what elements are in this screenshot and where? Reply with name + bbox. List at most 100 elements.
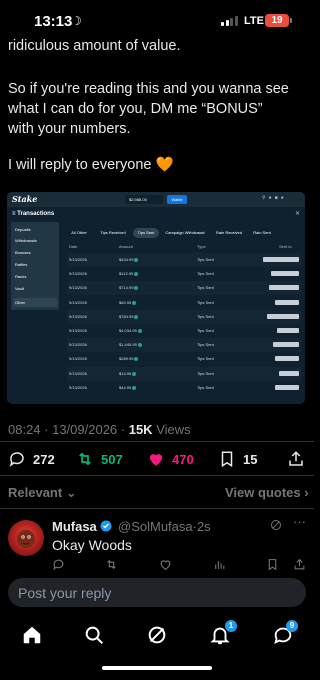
reply-author-handle[interactable]: @SolMufasa·2s [118, 519, 211, 534]
orange-heart-emoji: 🧡 [155, 157, 174, 173]
reply-icon [9, 452, 24, 467]
table-row: 9/13/2026 $14.95 Tips Sent [67, 366, 301, 381]
row-type: Tips Sent [197, 328, 214, 333]
search-icon[interactable] [83, 624, 105, 646]
row-date: 9/13/2026 [69, 299, 87, 305]
row-type: Tips Sent [197, 257, 214, 262]
redacted-username [277, 328, 299, 333]
tether-coin-icon [137, 343, 142, 348]
sidebar-item-races: Races [15, 274, 27, 279]
tab-tips-received: Tips Received [100, 230, 126, 235]
wallet-button: Wallet [167, 195, 187, 204]
like-count: 470 [172, 451, 194, 467]
grok-icon[interactable] [146, 624, 168, 646]
tweet-text: I will reply to everyone [8, 157, 152, 173]
heart-icon [150, 454, 162, 466]
redacted-username [275, 384, 299, 390]
row-date: 9/13/2026 [69, 271, 87, 277]
tweet-text-line: ridiculous amount of value. [8, 38, 181, 54]
reply-button[interactable]: 272 [8, 450, 55, 468]
lion-avatar-icon [17, 530, 35, 548]
balance-display: $2,985.00 [125, 195, 163, 204]
do-not-disturb-icon: ☽ [71, 14, 82, 28]
row-type: Tips Sent [197, 271, 214, 277]
share-icon[interactable] [293, 558, 306, 571]
table-row: 9/13/2026 $424.99 Tips Sent [67, 253, 301, 267]
row-amount: $289.95 [119, 356, 139, 361]
stake-logo: Stake [12, 194, 38, 204]
redacted-username [267, 313, 299, 319]
row-amount: $1,445.95 [119, 342, 142, 347]
row-type: Tips Sent [197, 370, 214, 376]
views-icon[interactable] [213, 558, 226, 571]
like-button[interactable]: 470 [147, 450, 194, 468]
tab-rain-sent: Rain Sent [253, 230, 271, 235]
status-time: 13:13 [34, 13, 73, 30]
row-amount: $714.99 [119, 285, 139, 291]
table-row: 9/13/2026 $289.95 Tips Sent [67, 352, 301, 366]
redacted-username [271, 271, 299, 277]
tweet-media-image[interactable]: Stake $2,985.00 Wallet ⚲●■● ≡ Transactio… [7, 192, 305, 404]
redacted-username [279, 370, 299, 376]
signal-icon [221, 16, 238, 26]
table-row: 9/13/2026 $714.99 Tips Sent [67, 281, 301, 296]
tab-all-other: All Other [71, 230, 87, 235]
close-icon: ✕ [295, 211, 301, 217]
heart-icon[interactable] [159, 558, 172, 571]
tweet-meta: 08:24 · 13/09/2026 · 15K Views [8, 422, 191, 437]
messages-badge: 9 [286, 620, 298, 632]
sidebar-item-deposits: Deposits [15, 227, 31, 232]
grok-icon[interactable] [270, 519, 282, 531]
row-type: Tips Sent [197, 299, 214, 305]
row-amount: $14.95 [119, 371, 137, 376]
more-options-icon[interactable]: ··· [293, 514, 306, 529]
stake-header: Stake $2,985.00 Wallet ⚲●■● [7, 192, 305, 207]
bottom-nav: 1 9 [0, 614, 314, 680]
row-date: 9/13/2026 [69, 313, 87, 319]
sidebar-item-bonuses: Bonuses [15, 250, 31, 255]
repost-icon[interactable] [105, 558, 118, 571]
reply-author-name[interactable]: Mufasa [52, 519, 112, 534]
view-quotes-link[interactable]: View quotes › [225, 485, 309, 500]
transactions-title: ≡ Transactions [12, 211, 55, 217]
table-row: 9/13/2026 $44.95 Tips Sent [67, 381, 301, 395]
tether-coin-icon [134, 286, 139, 291]
avatar[interactable] [8, 520, 44, 556]
table-row: 9/13/2026 $4,034.95 Tips Sent [67, 324, 301, 338]
row-type: Tips Sent [197, 356, 214, 362]
reply-icon[interactable] [52, 558, 65, 571]
divider [0, 441, 314, 442]
row-amount: $84.95 [119, 300, 137, 305]
row-amount: $113.95 [119, 271, 139, 277]
reply-compose-field[interactable]: Post your reply [8, 578, 306, 607]
bookmark-icon[interactable] [266, 558, 279, 571]
tether-coin-icon [132, 300, 137, 305]
redacted-username [269, 285, 299, 291]
sidebar-item-raffles: Raffles [15, 262, 28, 267]
column-header-amount: Amount [119, 244, 133, 249]
tab-rain-received: Rain Received [215, 230, 242, 235]
repost-button[interactable]: 507 [76, 450, 123, 468]
redacted-username [275, 299, 299, 305]
row-type: Tips Sent [197, 384, 214, 390]
divider [0, 508, 314, 509]
row-amount: $424.99 [119, 257, 139, 262]
row-date: 9/13/2026 [69, 370, 87, 376]
views-label: Views [156, 422, 191, 437]
share-button[interactable] [287, 450, 305, 468]
row-date: 9/13/2026 [69, 285, 87, 291]
repost-icon [79, 452, 91, 466]
tether-coin-icon [134, 272, 139, 277]
tweet-text-line: I will reply to everyone 🧡 [8, 155, 174, 175]
divider [0, 475, 314, 476]
home-icon[interactable] [21, 624, 43, 646]
network-label: LTE [244, 15, 264, 27]
battery-icon: 19 [265, 14, 289, 27]
views-count: 15K [128, 422, 153, 437]
sort-relevant-button[interactable]: Relevant ⌄ [8, 485, 77, 501]
tweet-text-line: So if you're reading this and you wanna … [8, 81, 289, 97]
redacted-username [263, 257, 299, 262]
bookmark-button[interactable]: 15 [218, 450, 257, 468]
notifications-badge: 1 [225, 620, 237, 632]
verified-badge-icon [100, 520, 112, 532]
